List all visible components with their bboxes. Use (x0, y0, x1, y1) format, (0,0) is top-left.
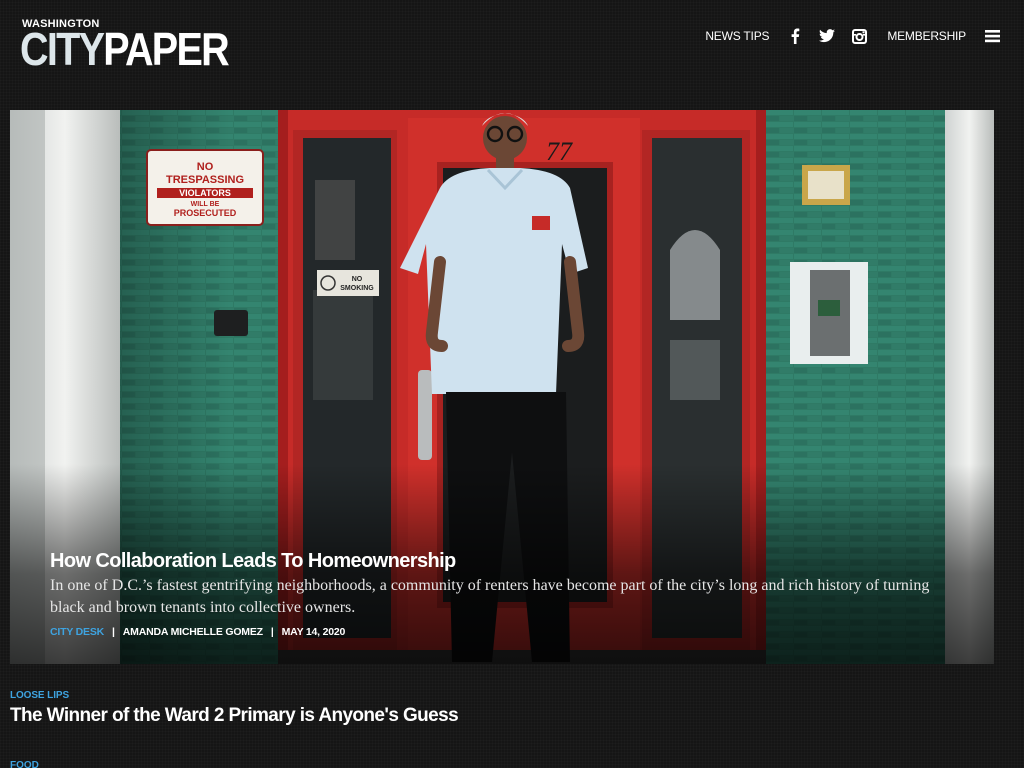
svg-text:PROSECUTED: PROSECUTED (174, 208, 237, 218)
nav-news-tips[interactable]: NEWS TIPS (705, 29, 769, 43)
svg-text:VIOLATORS: VIOLATORS (179, 188, 231, 198)
hero-category-link[interactable]: CITY DESK (50, 626, 104, 638)
hero-story[interactable]: NO TRESPASSING VIOLATORS WILL BE PROSECU… (10, 110, 994, 664)
svg-text:NO: NO (197, 161, 214, 173)
hero-byline: CITY DESK | AMANDA MICHELLE GOMEZ | MAY … (50, 626, 345, 638)
svg-text:WILL BE: WILL BE (191, 201, 220, 208)
story-headline[interactable]: The Winner of the Ward 2 Primary is Anyo… (10, 705, 459, 727)
instagram-icon[interactable] (851, 28, 867, 44)
hero-author-link[interactable]: AMANDA MICHELLE GOMEZ (123, 626, 263, 638)
svg-text:NO: NO (352, 276, 363, 283)
menu-icon[interactable] (984, 28, 1000, 44)
svg-text:SMOKING: SMOKING (340, 285, 374, 292)
facebook-icon[interactable] (787, 28, 803, 44)
story-category-link[interactable]: LOOSE LIPS (10, 690, 69, 701)
svg-text:77: 77 (546, 137, 573, 166)
hero-description: In one of D.C.’s fastest gentrifying nei… (50, 577, 930, 616)
twitter-icon[interactable] (819, 28, 836, 44)
byline-separator: | (112, 626, 115, 638)
logo-city: CITY (20, 23, 105, 75)
logo-paper: PAPER (103, 23, 229, 75)
site-logo[interactable]: WASHINGTON CITYPAPER (20, 18, 230, 72)
hero-headline[interactable]: How Collaboration Leads To Homeownership (50, 550, 456, 573)
story-category-link[interactable]: FOOD (10, 760, 39, 768)
top-nav: NEWS TIPS MEMBERSHIP (705, 22, 1000, 50)
logo-wordmark: CITYPAPER (20, 23, 230, 75)
byline-separator: | (270, 626, 274, 638)
nav-membership[interactable]: MEMBERSHIP (887, 29, 966, 43)
svg-text:TRESPASSING: TRESPASSING (166, 174, 244, 186)
hero-date: MAY 14, 2020 (281, 626, 346, 638)
